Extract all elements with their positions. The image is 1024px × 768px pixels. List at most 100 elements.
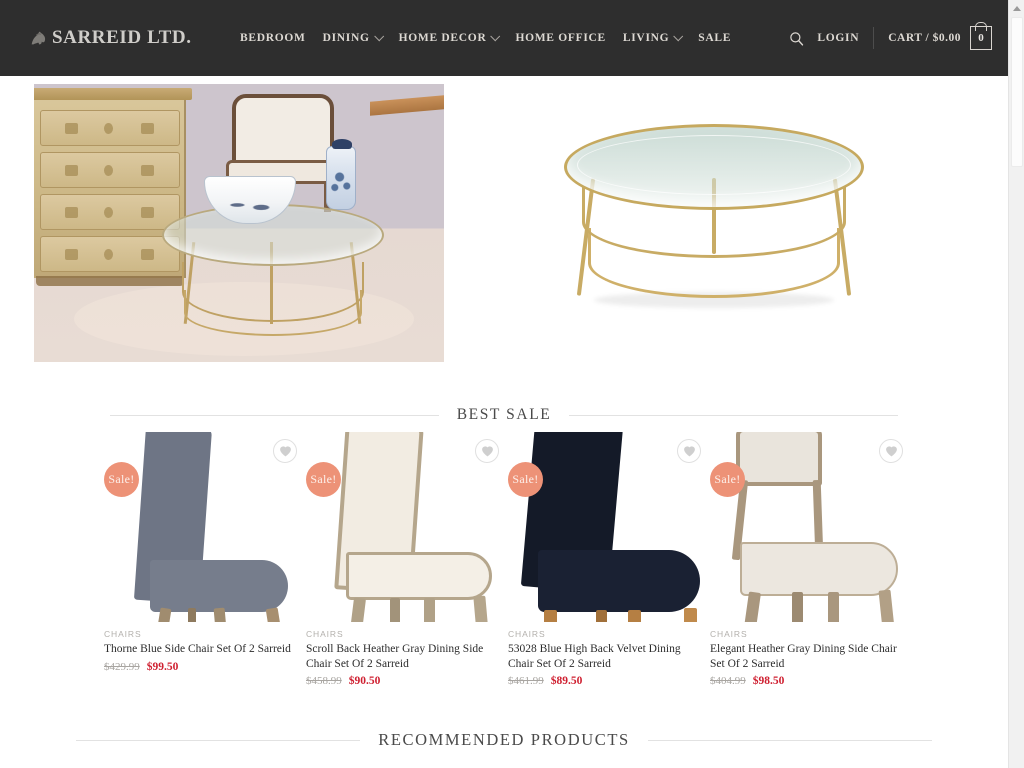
heart-icon — [885, 446, 897, 457]
wishlist-button[interactable] — [273, 439, 297, 463]
nav-item-bedroom[interactable]: BEDROOM — [240, 32, 306, 44]
dresser-drawer — [40, 194, 180, 230]
chair-illustration — [710, 432, 910, 622]
product-title[interactable]: Thorne Blue Side Chair Set Of 2 Sarreid — [104, 642, 304, 657]
price-row: $458.99 $90.50 — [306, 675, 506, 687]
heart-icon — [481, 446, 493, 457]
hero-slide-room-photo[interactable] — [0, 76, 512, 378]
product-title[interactable]: Scroll Back Heather Gray Dining Side Cha… — [306, 642, 506, 671]
heart-icon — [279, 446, 291, 457]
rule-left — [76, 739, 361, 741]
dresser-top — [34, 88, 192, 100]
sale-price: $99.50 — [146, 660, 179, 673]
dresser-drawer — [40, 152, 180, 188]
product-title[interactable]: Elegant Heather Gray Dining Side Chair S… — [710, 642, 910, 671]
original-price: $458.99 — [306, 675, 342, 688]
nav-label: LIVING — [622, 32, 670, 44]
nav-item-home-decor[interactable]: HOME DECOR — [398, 30, 501, 44]
ginger-jar — [326, 139, 356, 210]
product-category[interactable]: CHAIRS — [306, 629, 506, 639]
price-row: $429.99 $99.50 — [104, 661, 304, 673]
main-navigation: BEDROOM DINING HOME DECOR HOME OFFICE LI… — [240, 30, 731, 44]
product-image[interactable]: Sale! — [104, 432, 304, 622]
nav-label: HOME DECOR — [398, 32, 487, 44]
product-category[interactable]: CHAIRS — [508, 629, 708, 639]
header-utilities: LOGIN CART / $0.00 0 — [789, 26, 992, 50]
product-info: CHAIRS Scroll Back Heather Gray Dining S… — [306, 622, 506, 687]
coffee-table-product-image — [564, 124, 864, 308]
header-divider — [873, 27, 875, 49]
product-card[interactable]: Sale! CHAIRS Thorne Blue Side Chair Set … — [104, 432, 304, 687]
cart-count-badge: 0 — [978, 32, 984, 44]
search-icon[interactable] — [789, 31, 804, 46]
chevron-down-icon — [673, 30, 684, 41]
original-price: $461.99 — [508, 675, 544, 688]
nav-label: DINING — [322, 32, 370, 44]
dresser-drawer — [40, 110, 180, 146]
cart-total-label[interactable]: CART / $0.00 — [888, 32, 961, 44]
sale-badge: Sale! — [508, 462, 543, 497]
product-card[interactable]: Sale! CHAIRS Scroll Back Heather Gray Di… — [306, 432, 506, 687]
product-card[interactable]: Sale! CHAIRS Elegant Heather Gray Dining… — [710, 432, 910, 687]
hero-slide-product-photo[interactable] — [512, 76, 1008, 378]
scroll-up-button[interactable] — [1009, 0, 1024, 17]
nav-item-sale[interactable]: SALE — [698, 32, 731, 44]
side-table — [370, 94, 444, 116]
page-scrollbar[interactable] — [1008, 0, 1024, 768]
chair-illustration — [508, 432, 708, 622]
section-title: RECOMMENDED PRODUCTS — [378, 730, 630, 749]
best-sale-product-grid: Sale! CHAIRS Thorne Blue Side Chair Set … — [0, 432, 1008, 687]
product-info: CHAIRS Thorne Blue Side Chair Set Of 2 S… — [104, 622, 304, 673]
scroll-up-arrow-icon — [1013, 6, 1021, 11]
chair-illustration — [306, 432, 506, 622]
sale-price: $89.50 — [550, 675, 583, 688]
site-logo[interactable]: SARREID LTD. — [28, 23, 210, 53]
dresser-drawer — [40, 236, 180, 272]
nav-item-living[interactable]: LIVING — [622, 30, 684, 44]
hero-section — [0, 76, 1008, 378]
wishlist-button[interactable] — [475, 439, 499, 463]
logo-text: SARREID LTD. — [52, 27, 192, 48]
nav-item-home-office[interactable]: HOME OFFICE — [515, 32, 605, 44]
product-category[interactable]: CHAIRS — [104, 629, 304, 639]
rule-right — [647, 739, 933, 741]
sale-price: $98.50 — [752, 675, 785, 688]
sale-badge: Sale! — [104, 462, 139, 497]
original-price: $404.99 — [710, 675, 746, 688]
heart-icon — [683, 446, 695, 457]
nav-label: BEDROOM — [240, 32, 306, 44]
page-root: SARREID LTD. BEDROOM DINING HOME DECOR H… — [0, 0, 1024, 768]
product-image[interactable]: Sale! — [710, 432, 910, 622]
product-card[interactable]: Sale! CHAIRS 53028 Blue High Back Velvet… — [508, 432, 708, 687]
sale-badge: Sale! — [710, 462, 745, 497]
product-info: CHAIRS Elegant Heather Gray Dining Side … — [710, 622, 910, 687]
recommended-products-heading: RECOMMENDED PRODUCTS — [0, 730, 1008, 750]
product-image[interactable]: Sale! — [306, 432, 506, 622]
room-coffee-table — [162, 204, 384, 336]
best-sale-heading: BEST SALE — [0, 406, 1008, 424]
product-category[interactable]: CHAIRS — [710, 629, 910, 639]
nav-label: HOME OFFICE — [515, 32, 606, 44]
chevron-down-icon — [490, 30, 501, 41]
login-link[interactable]: LOGIN — [817, 32, 859, 44]
wishlist-button[interactable] — [677, 439, 701, 463]
nav-label: SALE — [698, 32, 732, 44]
rule-right — [569, 414, 899, 416]
price-row: $461.99 $89.50 — [508, 675, 708, 687]
horse-emblem-icon — [31, 31, 46, 45]
room-scene-image — [34, 84, 444, 362]
chair-illustration — [104, 432, 304, 622]
chevron-down-icon — [373, 30, 384, 41]
rule-left — [110, 414, 439, 416]
scrollbar-thumb[interactable] — [1011, 17, 1023, 167]
original-price: $429.99 — [104, 660, 140, 673]
section-title: BEST SALE — [456, 406, 552, 423]
wishlist-button[interactable] — [879, 439, 903, 463]
product-image[interactable]: Sale! — [508, 432, 708, 622]
nav-item-dining[interactable]: DINING — [322, 30, 384, 44]
site-header: SARREID LTD. BEDROOM DINING HOME DECOR H… — [0, 0, 1008, 76]
cart-button[interactable]: 0 — [970, 26, 992, 50]
product-title[interactable]: 53028 Blue High Back Velvet Dining Chair… — [508, 642, 708, 671]
product-info: CHAIRS 53028 Blue High Back Velvet Dinin… — [508, 622, 708, 687]
price-row: $404.99 $98.50 — [710, 675, 910, 687]
